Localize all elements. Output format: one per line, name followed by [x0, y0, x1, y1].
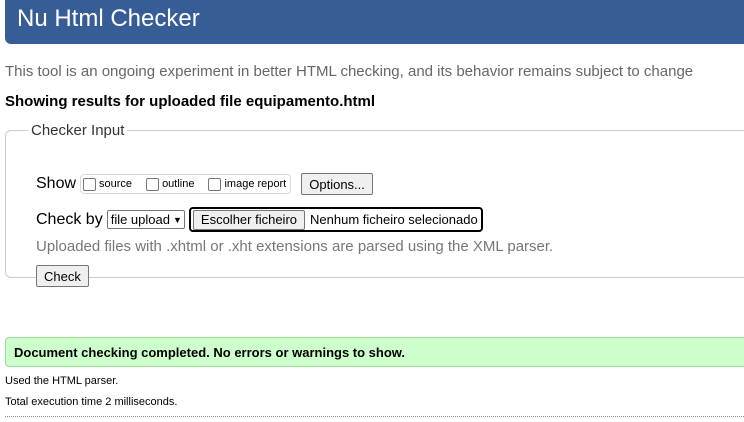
show-row: Show source outline image report Options…: [36, 173, 373, 195]
option-outline[interactable]: outline: [146, 177, 195, 191]
intro-text: This tool is an ongoing experiment in be…: [5, 63, 694, 80]
check-by-label: Check by: [36, 210, 103, 228]
page-header: Nu Html Checker: [5, 0, 744, 44]
option-source[interactable]: source: [83, 177, 133, 191]
check-button[interactable]: Check: [36, 265, 89, 287]
image-report-checkbox[interactable]: [208, 177, 222, 191]
outline-option-label: outline: [162, 178, 195, 190]
source-checkbox[interactable]: [83, 177, 97, 191]
outline-checkbox[interactable]: [146, 177, 160, 191]
image-report-option-label: image report: [224, 178, 287, 190]
success-message-box: Document checking completed. No errors o…: [5, 337, 744, 367]
parser-note: Uploaded files with .xhtml or .xht exten…: [36, 238, 554, 255]
execution-time-text: Total execution time 2 milliseconds.: [5, 396, 178, 408]
source-option-label: source: [99, 178, 133, 190]
chevron-down-icon: ▼: [172, 214, 182, 225]
checker-input-fieldset: Checker Input Show source outline image …: [5, 122, 744, 287]
choose-file-button[interactable]: Escolher ficheiro: [192, 209, 306, 230]
show-options-group: source outline image report: [80, 174, 292, 194]
divider: [5, 416, 744, 417]
page-title: Nu Html Checker: [17, 5, 200, 32]
checker-input-legend: Checker Input: [31, 122, 125, 139]
check-by-row: Check by file upload ▼ Escolher ficheiro…: [36, 207, 483, 232]
check-by-selected-value: file upload: [110, 212, 170, 227]
options-button[interactable]: Options...: [301, 173, 373, 195]
results-heading: Showing results for uploaded file equipa…: [5, 93, 376, 110]
parser-used-text: Used the HTML parser.: [5, 375, 119, 387]
check-by-select[interactable]: file upload ▼: [106, 210, 185, 229]
show-label: Show: [36, 175, 77, 192]
success-message: Document checking completed. No errors o…: [14, 345, 406, 360]
file-status-text: Nenhum ficheiro selecionado: [310, 212, 478, 227]
option-image-report[interactable]: image report: [208, 177, 287, 191]
file-upload-input[interactable]: Escolher ficheiro Nenhum ficheiro seleci…: [188, 207, 483, 232]
